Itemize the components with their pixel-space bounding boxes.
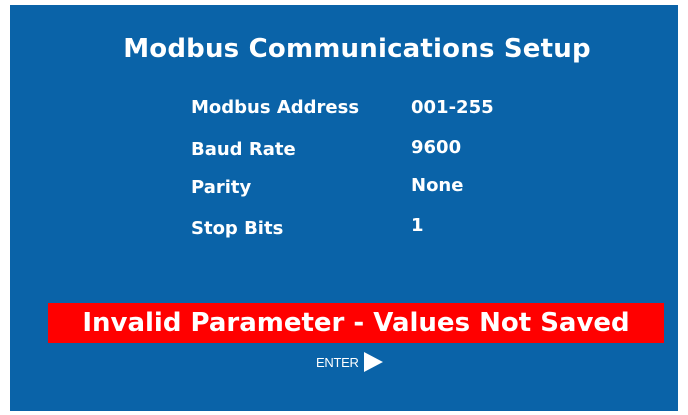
baud-rate-label: Baud Rate (191, 139, 296, 160)
parity-value[interactable]: None (411, 175, 463, 196)
stop-bits-value[interactable]: 1 (411, 215, 424, 236)
enter-label: ENTER (316, 354, 359, 370)
enter-button[interactable]: ENTER (316, 350, 384, 374)
stop-bits-label: Stop Bits (191, 218, 284, 239)
modbus-setup-screen: Modbus Communications Setup Modbus Addre… (10, 5, 678, 411)
modbus-address-value[interactable]: 001-255 (411, 97, 494, 118)
modbus-address-label: Modbus Address (191, 97, 360, 118)
parity-label: Parity (191, 177, 252, 198)
play-arrow-icon (363, 352, 383, 372)
baud-rate-value[interactable]: 9600 (411, 137, 461, 158)
page-title: Modbus Communications Setup (123, 34, 591, 64)
error-banner: Invalid Parameter - Values Not Saved (48, 303, 664, 343)
